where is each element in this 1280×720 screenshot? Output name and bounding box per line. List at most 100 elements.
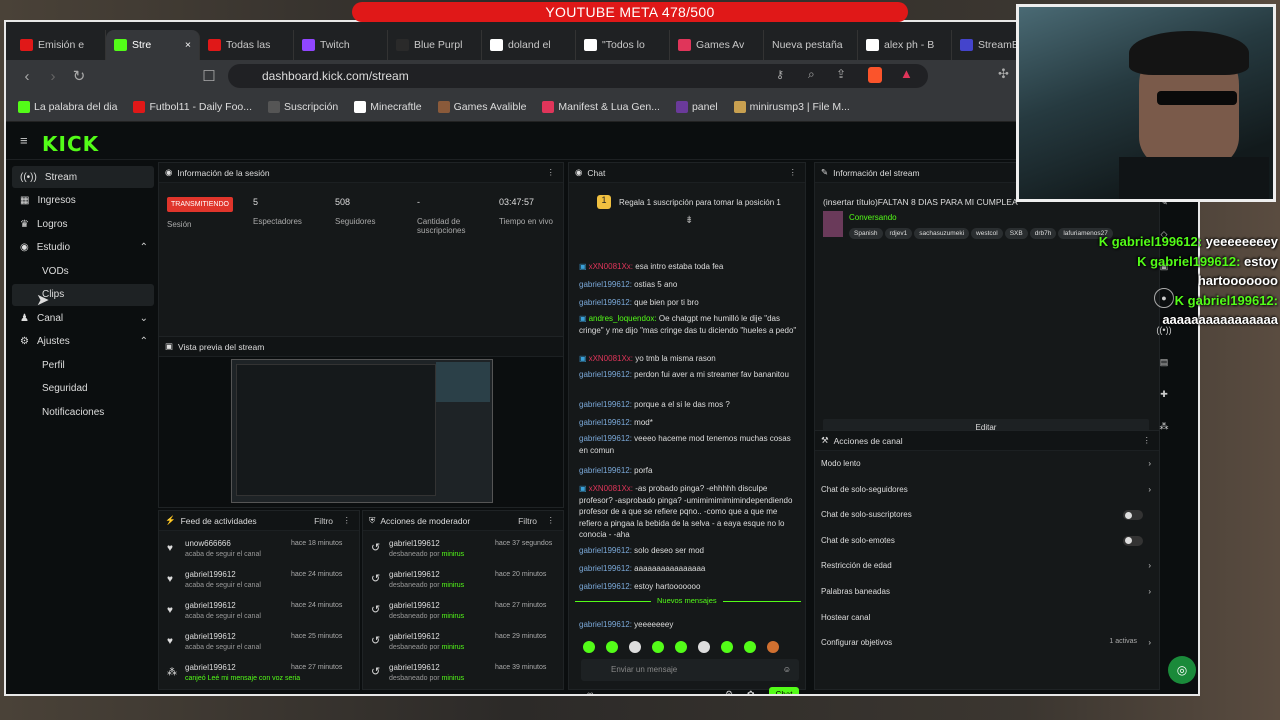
chat-username[interactable]: andres_loquendox:: [589, 314, 657, 323]
feed-filter-button[interactable]: Filtro: [314, 516, 333, 526]
chat-username[interactable]: gabriel199612:: [579, 582, 632, 591]
channel-action-row[interactable]: Chat de solo-seguidores ›: [821, 485, 1151, 494]
mod-filter-button[interactable]: Filtro: [518, 516, 537, 526]
emote-icon[interactable]: [652, 641, 664, 653]
sidebar-item-clips[interactable]: Clips: [12, 283, 154, 306]
more-icon[interactable]: ⋮: [789, 167, 798, 178]
mod-by[interactable]: minirus: [442, 644, 465, 651]
feed-user[interactable]: gabriel199612: [185, 601, 261, 610]
chat-username[interactable]: xXN0081Xx:: [589, 354, 633, 363]
users-icon[interactable]: ⁂: [1154, 416, 1174, 436]
more-icon[interactable]: ⋮: [343, 515, 352, 526]
channel-action-row[interactable]: Modo lento ›: [821, 459, 1151, 468]
help-icon[interactable]: ◎: [1168, 656, 1196, 684]
mod-by[interactable]: minirus: [442, 582, 465, 589]
pin-expand-icon[interactable]: ⇟: [685, 215, 693, 226]
channel-action-row[interactable]: Palabras baneadas ›: [821, 587, 1151, 596]
emote-icon[interactable]: [583, 641, 595, 653]
menu-icon[interactable]: ≡: [20, 133, 28, 148]
chat-username[interactable]: gabriel199612:: [579, 466, 632, 475]
feed-user[interactable]: gabriel199612: [185, 663, 300, 672]
chat-username[interactable]: gabriel199612:: [579, 564, 632, 573]
sidebar-item-ingresos[interactable]: ▦ Ingresos: [12, 190, 154, 212]
bookmark-item[interactable]: La palabra del dia: [18, 100, 117, 113]
chat-username[interactable]: gabriel199612:: [579, 434, 632, 443]
tab-8[interactable]: Nueva pestaña: [764, 30, 858, 60]
mod-user[interactable]: gabriel199612: [389, 663, 464, 672]
tab-7[interactable]: Games Av: [670, 30, 764, 60]
channel-action-row[interactable]: Chat de solo-suscriptores: [821, 510, 1151, 521]
zoom-icon[interactable]: ⌕: [808, 67, 815, 82]
tag-chip[interactable]: SXB: [1004, 228, 1028, 239]
feed-user[interactable]: unow666666: [185, 539, 261, 548]
extensions-icon[interactable]: ✣: [998, 66, 1009, 82]
rewards-icon[interactable]: ▲: [900, 66, 913, 81]
tab-2[interactable]: Todas las: [200, 30, 294, 60]
emoji-icon[interactable]: ☺: [783, 659, 791, 681]
channel-action-row[interactable]: Restricción de edad ›: [821, 561, 1151, 570]
mod-user[interactable]: gabriel199612: [389, 632, 464, 641]
feed-user[interactable]: gabriel199612: [185, 632, 261, 641]
wrench-icon[interactable]: ✚: [1154, 384, 1174, 404]
tab-4[interactable]: Blue Purpl: [388, 30, 482, 60]
gear-icon[interactable]: ✿: [747, 689, 755, 694]
more-icon[interactable]: ⋮: [547, 515, 556, 526]
sidebar-item-seguridad[interactable]: Seguridad: [12, 378, 154, 400]
tag-chip[interactable]: rdjev1: [884, 228, 913, 239]
chat-username[interactable]: gabriel199612:: [579, 620, 632, 629]
bookmark-icon[interactable]: ☐: [196, 67, 222, 85]
chat-username[interactable]: xXN0081Xx:: [589, 484, 633, 493]
kick-logo[interactable]: KICK: [42, 132, 99, 156]
sidebar-item-canal[interactable]: ♟ Canal ⌄: [12, 307, 154, 329]
emote-icon[interactable]: [606, 641, 618, 653]
mod-user[interactable]: gabriel199612: [389, 539, 464, 548]
chat-username[interactable]: gabriel199612:: [579, 370, 632, 379]
chat-username[interactable]: xXN0081Xx:: [589, 262, 633, 271]
tab-9[interactable]: alex ph - B: [858, 30, 952, 60]
sidebar-item-logros[interactable]: ♛ Logros: [12, 213, 154, 235]
toggle-switch[interactable]: [1123, 535, 1143, 546]
mod-by[interactable]: minirus: [442, 675, 465, 682]
close-icon[interactable]: ×: [185, 39, 191, 51]
toggle-switch[interactable]: [1123, 510, 1143, 521]
gift-sub-banner[interactable]: 1 Regala 1 suscripción para tomar la posi…: [597, 195, 781, 209]
emote-icon[interactable]: [767, 641, 779, 653]
tab-6[interactable]: "Todos lo: [576, 30, 670, 60]
emote-icon[interactable]: [629, 641, 641, 653]
channel-action-row[interactable]: Configurar objetivos 1 activas ›: [821, 638, 1151, 647]
chat-username[interactable]: gabriel199612:: [579, 400, 632, 409]
channel-action-row[interactable]: Chat de solo-emotes: [821, 535, 1151, 546]
share-icon[interactable]: ⇪: [836, 67, 846, 81]
bookmark-item[interactable]: Suscripción: [268, 100, 338, 113]
emote-icon[interactable]: [675, 641, 687, 653]
mod-user[interactable]: gabriel199612: [389, 570, 464, 579]
forward-icon[interactable]: ›: [40, 68, 66, 85]
mod-user[interactable]: gabriel199612: [389, 601, 464, 610]
emote-icon[interactable]: [698, 641, 710, 653]
sidebar-item-ajustes[interactable]: ⚙ Ajustes ⌃: [12, 331, 154, 353]
more-icon[interactable]: ⋮: [547, 167, 556, 178]
bookmark-item[interactable]: Minecraftle: [354, 100, 422, 113]
channel-action-row[interactable]: Hostear canal: [821, 613, 1151, 622]
tab-5[interactable]: doland el: [482, 30, 576, 60]
key-icon[interactable]: ⚷: [776, 68, 784, 81]
bookmark-item[interactable]: Futbol11 - Daily Foo...: [133, 100, 252, 113]
bookmark-item[interactable]: panel: [675, 100, 718, 113]
tag-chip[interactable]: westcol: [971, 228, 1003, 239]
sidebar-item-perfil[interactable]: Perfil: [12, 354, 154, 376]
reload-icon[interactable]: ↻: [66, 67, 92, 85]
bookmark-item[interactable]: minirusmp3 | File M...: [733, 100, 850, 113]
tag-chip[interactable]: Spanish: [849, 228, 883, 239]
emote-icon[interactable]: [721, 641, 733, 653]
tag-chip[interactable]: drb7h: [1029, 228, 1057, 239]
chat-username[interactable]: gabriel199612:: [579, 280, 632, 289]
more-icon[interactable]: ⋮: [1143, 435, 1152, 446]
mod-by[interactable]: minirus: [442, 551, 465, 558]
settings-icon[interactable]: ⚙: [725, 689, 733, 694]
tab-1[interactable]: Stre ×: [106, 30, 200, 60]
layout-icon[interactable]: ▤: [1154, 352, 1174, 372]
tab-3[interactable]: Twitch: [294, 30, 388, 60]
preview-video[interactable]: [231, 359, 493, 503]
chat-username[interactable]: gabriel199612:: [579, 298, 632, 307]
emote-icon[interactable]: [744, 641, 756, 653]
